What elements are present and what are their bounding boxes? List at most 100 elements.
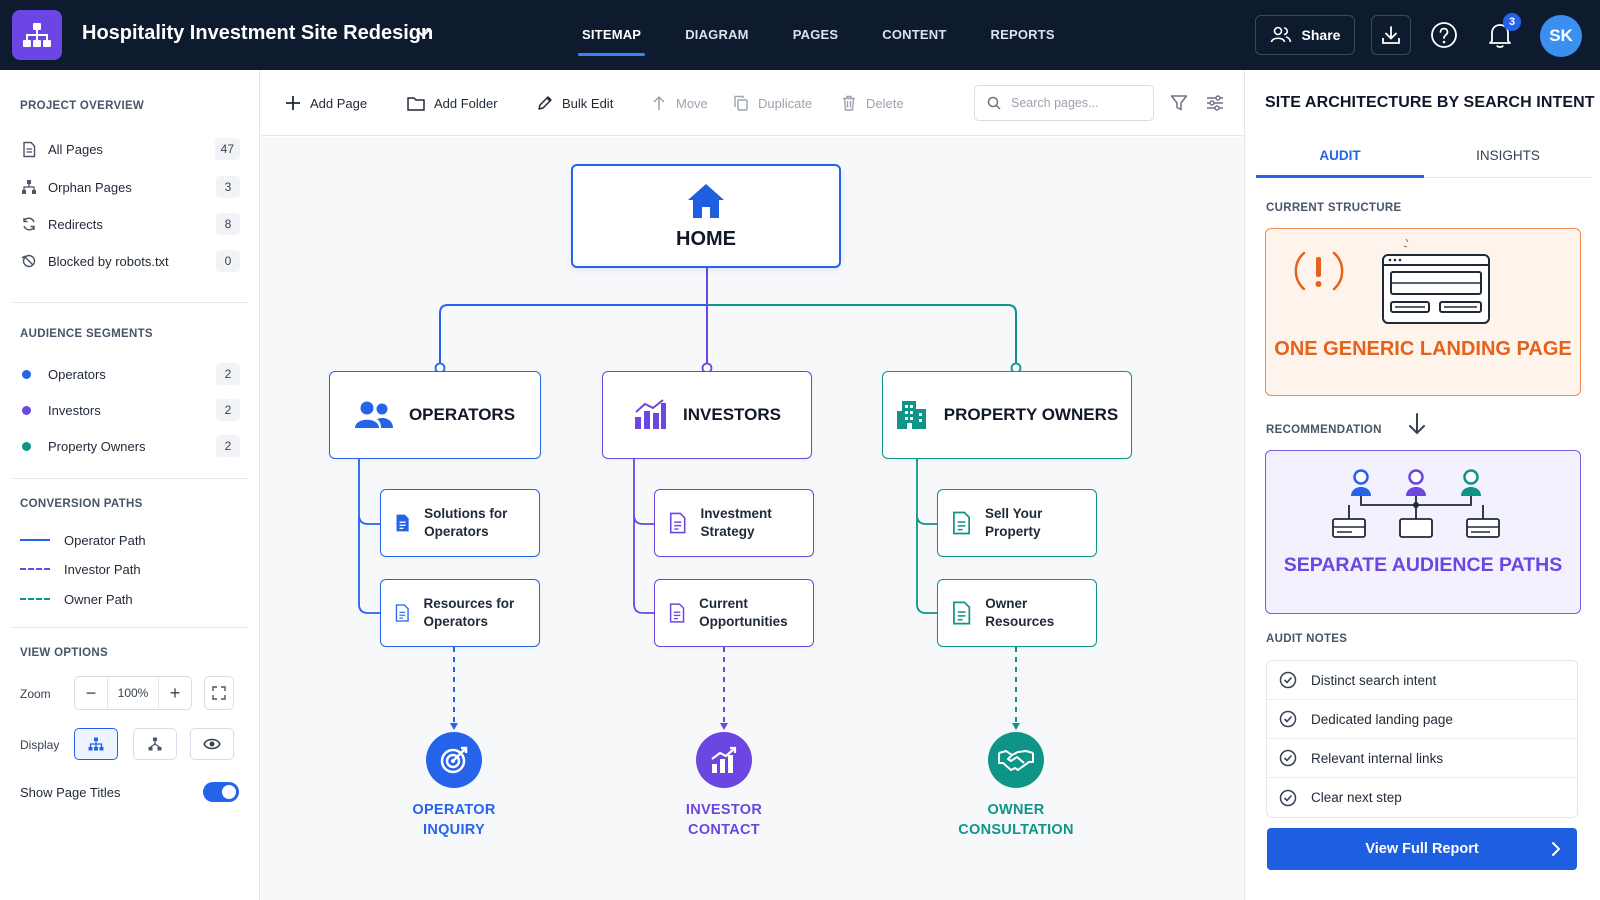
chevron-down-icon[interactable]: [414, 24, 432, 42]
add-page-label: Add Page: [310, 95, 368, 111]
nav-sitemap[interactable]: SITEMAP: [560, 0, 663, 70]
sidebar-item-orphan-pages[interactable]: Orphan Pages 3: [20, 174, 240, 200]
duplicate-label: Duplicate: [758, 95, 813, 111]
display-tree-button[interactable]: [74, 728, 118, 760]
audit-note-text: Dedicated landing page: [1311, 711, 1453, 727]
landing-page-icon: [1382, 239, 1490, 324]
page-node[interactable]: Resources for Operators: [380, 579, 540, 647]
download-button[interactable]: [1371, 15, 1411, 55]
avatar[interactable]: SK: [1540, 15, 1582, 57]
page-node[interactable]: Current Opportunities: [654, 579, 814, 647]
path-label: Owner Path: [64, 591, 133, 607]
bulk-edit-button[interactable]: Bulk Edit: [537, 92, 613, 114]
goal-operator-inquiry[interactable]: OPERATOR INQUIRY: [384, 732, 524, 840]
goal-label: INVESTOR CONTACT: [685, 802, 763, 838]
goal-owner-consultation[interactable]: OWNER CONSULTATION: [946, 732, 1086, 840]
page-node[interactable]: Owner Resources: [937, 579, 1097, 647]
arrow-down-icon: [1409, 413, 1425, 435]
page-node[interactable]: Sell Your Property: [937, 489, 1097, 557]
sidebar-item-label: All Pages: [48, 141, 103, 157]
sidebar-item-blocked[interactable]: Blocked by robots.txt 0: [20, 248, 240, 274]
audit-note-text: Clear next step: [1311, 790, 1402, 805]
move-icon: [653, 95, 665, 110]
filter-icon: [1170, 95, 1188, 111]
share-button[interactable]: Share: [1255, 15, 1355, 55]
document-icon: [395, 604, 409, 622]
page-label: Sell Your Property: [985, 505, 1043, 539]
growth-chart-icon: [711, 746, 737, 773]
display-org-button[interactable]: [133, 728, 177, 760]
warning-icon: [1294, 251, 1344, 291]
page-label: Current Opportunities: [699, 595, 788, 629]
path-label: Operator Path: [64, 532, 146, 548]
view-full-report-button[interactable]: View Full Report: [1267, 828, 1577, 870]
zoom-in-button[interactable]: +: [159, 677, 191, 709]
duplicate-button[interactable]: Duplicate: [733, 92, 812, 114]
goal-circle: [696, 732, 752, 788]
segment-label: PROPERTY OWNERS: [943, 405, 1119, 424]
app-logo[interactable]: [12, 10, 62, 60]
check-circle-icon: [1279, 710, 1297, 728]
document-icon: [396, 514, 409, 532]
nav-diagram[interactable]: DIAGRAM: [663, 0, 771, 70]
tab-insights[interactable]: INSIGHTS: [1424, 138, 1592, 177]
add-page-button[interactable]: Add Page: [285, 92, 367, 114]
current-structure-text: ONE GENERIC LANDING PAGE: [1274, 338, 1572, 360]
show-page-titles-toggle[interactable]: [203, 782, 239, 802]
path-item-operator[interactable]: Operator Path: [20, 527, 240, 553]
nav-pages[interactable]: PAGES: [771, 0, 861, 70]
view-options-title: VIEW OPTIONS: [20, 647, 108, 659]
zoom-out-button[interactable]: −: [75, 677, 107, 709]
sidebar-item-redirects[interactable]: Redirects 8: [20, 211, 240, 237]
project-overview-title: PROJECT OVERVIEW: [20, 100, 145, 112]
add-folder-button[interactable]: Add Folder: [407, 92, 498, 114]
document-icon: [669, 603, 685, 623]
delete-button[interactable]: Delete: [841, 92, 904, 114]
audit-notes-title: AUDIT NOTES: [1266, 633, 1348, 645]
project-title[interactable]: Hospitality Investment Site Redesign: [82, 22, 433, 45]
sidebar-item-all-pages[interactable]: All Pages 47: [20, 136, 240, 162]
audit-note-text: Distinct search intent: [1311, 672, 1437, 688]
help-icon: [1431, 22, 1457, 48]
display-preview-button[interactable]: [190, 728, 234, 760]
segment-item-property-owners[interactable]: Property Owners 2: [20, 433, 240, 459]
search-input[interactable]: [1011, 96, 1141, 110]
home-node[interactable]: HOME: [571, 164, 841, 268]
segment-item-operators[interactable]: Operators 2: [20, 361, 240, 387]
tab-audit[interactable]: AUDIT: [1256, 138, 1424, 178]
count-badge: 3: [216, 176, 240, 198]
conversion-paths-title: CONVERSION PATHS: [20, 498, 143, 510]
path-item-investor[interactable]: Investor Path: [20, 556, 240, 582]
download-icon: [1382, 26, 1400, 44]
path-item-owner[interactable]: Owner Path: [20, 586, 240, 612]
fit-screen-button[interactable]: [204, 676, 234, 710]
filter-button[interactable]: [1168, 92, 1190, 114]
nav-content[interactable]: CONTENT: [860, 0, 968, 70]
check-circle-icon: [1279, 671, 1297, 689]
zoom-label: Zoom: [20, 687, 51, 701]
segment-node-operators[interactable]: OPERATORS: [329, 371, 541, 459]
count-badge: 8: [216, 213, 240, 235]
panel-tabs: AUDIT INSIGHTS: [1256, 138, 1592, 178]
goal-investor-contact[interactable]: INVESTOR CONTACT: [654, 732, 794, 840]
expand-icon: [212, 686, 226, 700]
page-node[interactable]: Solutions for Operators: [380, 489, 540, 557]
document-icon: [953, 601, 971, 625]
hierarchy-icon: [20, 178, 38, 196]
report-button-label: View Full Report: [1365, 841, 1479, 857]
segment-label: Property Owners: [48, 438, 146, 454]
add-folder-label: Add Folder: [434, 95, 498, 111]
nav-reports[interactable]: REPORTS: [969, 0, 1077, 70]
divider: [12, 302, 248, 303]
page-node[interactable]: Investment Strategy: [654, 489, 814, 557]
settings-button[interactable]: [1204, 92, 1226, 114]
segment-node-property-owners[interactable]: PROPERTY OWNERS: [882, 371, 1132, 459]
help-button[interactable]: [1429, 20, 1459, 50]
segment-node-investors[interactable]: INVESTORS: [602, 371, 812, 459]
move-button[interactable]: Move: [651, 92, 708, 114]
zoom-control: − 100% +: [74, 676, 192, 710]
segment-item-investors[interactable]: Investors 2: [20, 397, 240, 423]
zoom-value: 100%: [107, 677, 159, 709]
search-icon: [987, 96, 1001, 110]
goal-label: OWNER CONSULTATION: [958, 802, 1074, 838]
